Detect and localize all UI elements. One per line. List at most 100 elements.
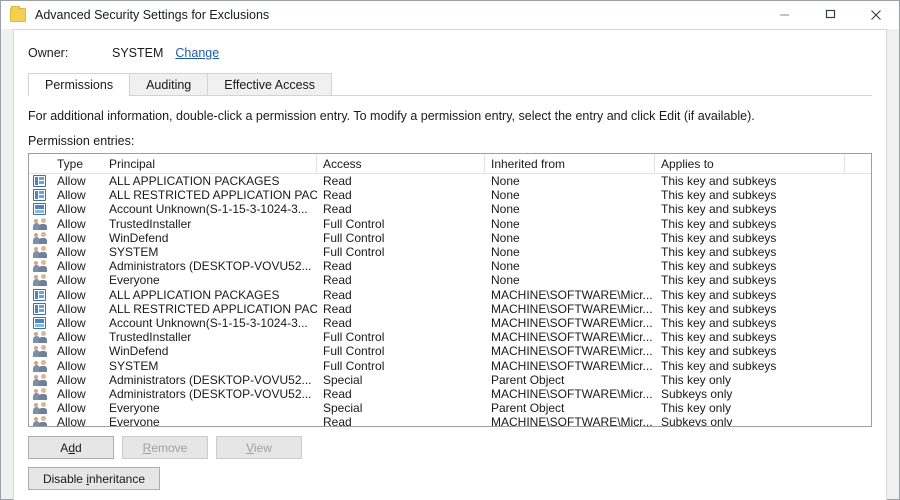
table-row[interactable]: AllowEveryoneReadNoneThis key and subkey… bbox=[29, 273, 871, 287]
inheritance-button-row: Disable inheritance bbox=[28, 467, 872, 490]
row-type: Allow bbox=[51, 174, 103, 188]
row-principal: Everyone bbox=[103, 401, 317, 415]
table-row[interactable]: AllowALL RESTRICTED APPLICATION PAC...Re… bbox=[29, 302, 871, 316]
info-text: For additional information, double-click… bbox=[28, 109, 872, 123]
column-header-applies-to[interactable]: Applies to bbox=[655, 154, 845, 173]
tab-permissions[interactable]: Permissions bbox=[28, 73, 130, 95]
row-access: Read bbox=[317, 316, 485, 330]
table-row[interactable]: AllowAccount Unknown(S-1-15-3-1024-3...R… bbox=[29, 202, 871, 216]
row-principal: Administrators (DESKTOP-VOVU52... bbox=[103, 373, 317, 387]
row-type: Allow bbox=[51, 259, 103, 273]
group-icon bbox=[33, 246, 47, 258]
row-applies-to: Subkeys only bbox=[655, 387, 845, 401]
row-inherited-from: None bbox=[485, 188, 655, 202]
table-row[interactable]: AllowAccount Unknown(S-1-15-3-1024-3...R… bbox=[29, 316, 871, 330]
row-inherited-from: None bbox=[485, 273, 655, 287]
minimize-button[interactable] bbox=[761, 1, 807, 29]
table-row[interactable]: AllowSYSTEMFull ControlNoneThis key and … bbox=[29, 245, 871, 259]
row-icon-cell bbox=[29, 317, 51, 329]
row-applies-to: This key and subkeys bbox=[655, 344, 845, 358]
row-type: Allow bbox=[51, 302, 103, 316]
row-inherited-from: Parent Object bbox=[485, 373, 655, 387]
row-icon-cell bbox=[29, 402, 51, 414]
dialog-content-panel: Owner: SYSTEM Change Permissions Auditin… bbox=[13, 29, 887, 500]
row-inherited-from: MACHINE\SOFTWARE\Micr... bbox=[485, 415, 655, 427]
maximize-button[interactable] bbox=[807, 1, 853, 29]
tab-auditing[interactable]: Auditing bbox=[129, 73, 208, 95]
row-type: Allow bbox=[51, 202, 103, 216]
row-principal: WinDefend bbox=[103, 231, 317, 245]
row-principal: ALL RESTRICTED APPLICATION PAC... bbox=[103, 188, 317, 202]
row-applies-to: This key and subkeys bbox=[655, 217, 845, 231]
row-icon-cell bbox=[29, 345, 51, 357]
row-inherited-from: None bbox=[485, 217, 655, 231]
row-icon-cell bbox=[29, 374, 51, 386]
row-applies-to: This key and subkeys bbox=[655, 330, 845, 344]
row-applies-to: This key and subkeys bbox=[655, 259, 845, 273]
row-type: Allow bbox=[51, 344, 103, 358]
view-button: View bbox=[216, 436, 302, 459]
row-icon-cell bbox=[29, 274, 51, 286]
row-principal: ALL APPLICATION PACKAGES bbox=[103, 288, 317, 302]
table-row[interactable]: AllowWinDefendFull ControlNoneThis key a… bbox=[29, 231, 871, 245]
table-row[interactable]: AllowTrustedInstallerFull ControlNoneThi… bbox=[29, 217, 871, 231]
app-package-icon bbox=[33, 289, 46, 301]
row-applies-to: This key and subkeys bbox=[655, 188, 845, 202]
row-applies-to: This key only bbox=[655, 401, 845, 415]
row-access: Read bbox=[317, 415, 485, 427]
row-applies-to: This key and subkeys bbox=[655, 245, 845, 259]
owner-value: SYSTEM bbox=[112, 46, 163, 60]
permission-entries-list[interactable]: Type Principal Access Inherited from App… bbox=[28, 153, 872, 427]
row-type: Allow bbox=[51, 188, 103, 202]
row-inherited-from: None bbox=[485, 245, 655, 259]
table-row[interactable]: AllowEveryoneReadMACHINE\SOFTWARE\Micr..… bbox=[29, 415, 871, 427]
row-access: Full Control bbox=[317, 344, 485, 358]
row-icon-cell bbox=[29, 388, 51, 400]
column-header-access[interactable]: Access bbox=[317, 154, 485, 173]
app-package-icon bbox=[33, 175, 46, 187]
table-row[interactable]: AllowALL APPLICATION PACKAGESReadMACHINE… bbox=[29, 288, 871, 302]
row-access: Special bbox=[317, 401, 485, 415]
row-access: Read bbox=[317, 202, 485, 216]
close-button[interactable] bbox=[853, 1, 899, 29]
permission-entries-label: Permission entries: bbox=[28, 134, 872, 148]
table-row[interactable]: AllowWinDefendFull ControlMACHINE\SOFTWA… bbox=[29, 344, 871, 358]
row-access: Read bbox=[317, 302, 485, 316]
table-row[interactable]: AllowTrustedInstallerFull ControlMACHINE… bbox=[29, 330, 871, 344]
group-icon bbox=[33, 345, 47, 357]
row-inherited-from: MACHINE\SOFTWARE\Micr... bbox=[485, 302, 655, 316]
table-row[interactable]: AllowALL APPLICATION PACKAGESReadNoneThi… bbox=[29, 174, 871, 188]
column-header-principal[interactable]: Principal bbox=[103, 154, 317, 173]
row-inherited-from: Parent Object bbox=[485, 401, 655, 415]
tab-effective-access[interactable]: Effective Access bbox=[207, 73, 332, 95]
row-applies-to: This key and subkeys bbox=[655, 359, 845, 373]
table-row[interactable]: AllowAdministrators (DESKTOP-VOVU52...Re… bbox=[29, 387, 871, 401]
row-access: Read bbox=[317, 259, 485, 273]
row-icon-cell bbox=[29, 175, 51, 187]
table-row[interactable]: AllowAdministrators (DESKTOP-VOVU52...Sp… bbox=[29, 373, 871, 387]
table-row[interactable]: AllowAdministrators (DESKTOP-VOVU52...Re… bbox=[29, 259, 871, 273]
table-row[interactable]: AllowEveryoneSpecialParent ObjectThis ke… bbox=[29, 401, 871, 415]
column-header-inherited-from[interactable]: Inherited from bbox=[485, 154, 655, 173]
row-inherited-from: None bbox=[485, 174, 655, 188]
row-icon-cell bbox=[29, 218, 51, 230]
group-icon bbox=[33, 388, 47, 400]
account-unknown-icon bbox=[33, 203, 46, 215]
table-row[interactable]: AllowSYSTEMFull ControlMACHINE\SOFTWARE\… bbox=[29, 358, 871, 372]
row-type: Allow bbox=[51, 330, 103, 344]
row-inherited-from: None bbox=[485, 202, 655, 216]
column-header-type[interactable]: Type bbox=[51, 154, 103, 173]
add-button[interactable]: Add bbox=[28, 436, 114, 459]
row-type: Allow bbox=[51, 387, 103, 401]
row-access: Full Control bbox=[317, 245, 485, 259]
disable-inheritance-button[interactable]: Disable inheritance bbox=[28, 467, 160, 490]
row-icon-cell bbox=[29, 331, 51, 343]
row-principal: Account Unknown(S-1-15-3-1024-3... bbox=[103, 202, 317, 216]
group-icon bbox=[33, 416, 47, 427]
table-row[interactable]: AllowALL RESTRICTED APPLICATION PAC...Re… bbox=[29, 188, 871, 202]
owner-change-link[interactable]: Change bbox=[175, 46, 219, 60]
row-type: Allow bbox=[51, 231, 103, 245]
row-icon-cell bbox=[29, 246, 51, 258]
row-principal: SYSTEM bbox=[103, 245, 317, 259]
add-button-label: Add bbox=[60, 441, 81, 455]
